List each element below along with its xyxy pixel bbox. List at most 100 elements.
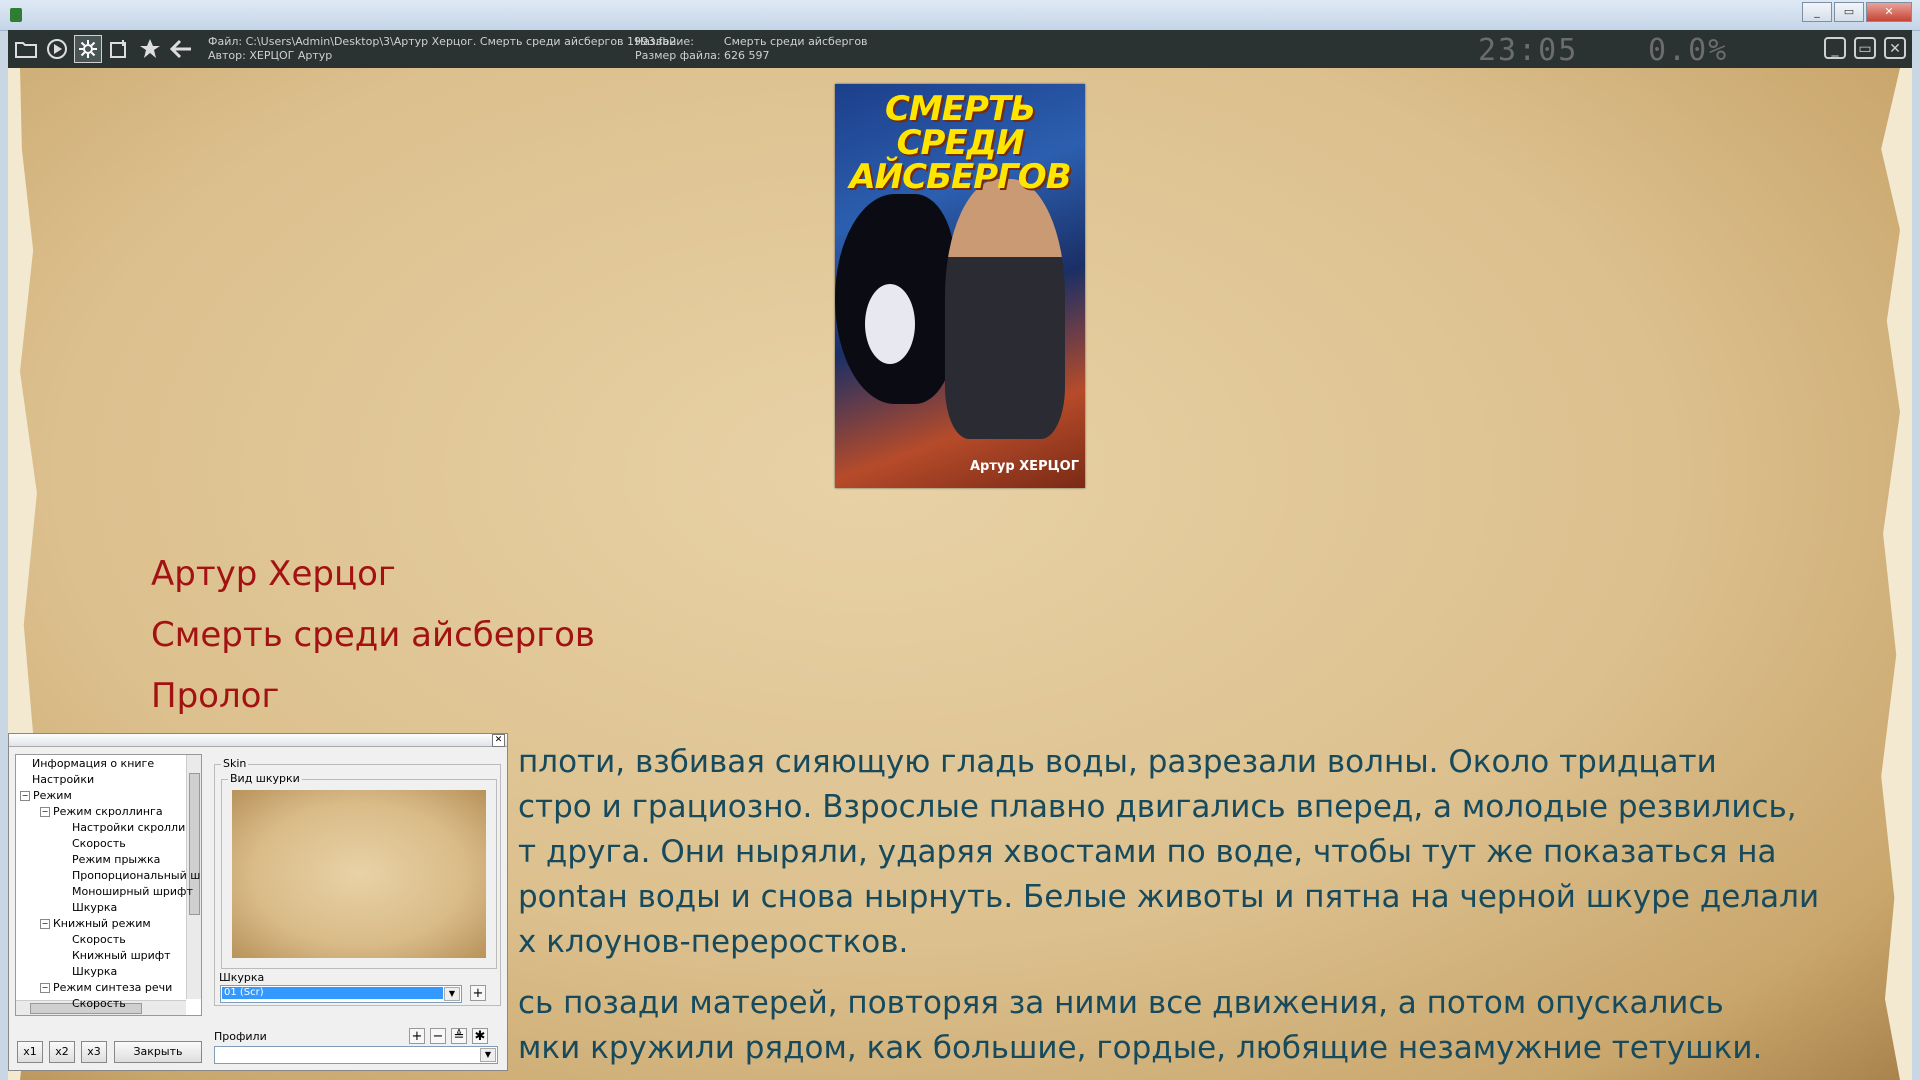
heading-chapter: Пролог [151,676,280,716]
tree-item[interactable]: Моноширный шрифт [60,885,193,899]
chevron-down-icon[interactable]: ▼ [444,987,460,1001]
text-line: стро и грациозно. Взрослые плавно двигал… [518,789,1797,825]
tree-item[interactable]: Настройки скролли [60,821,185,835]
tree-item[interactable]: Скорость [60,997,126,1011]
minimize-reader-icon[interactable]: _ [1824,37,1846,59]
tree-item[interactable]: Режим прыжка [60,853,160,867]
tree-item[interactable]: Книжный шрифт [60,949,171,963]
chevron-down-icon[interactable]: ▼ [480,1048,496,1062]
dialog-close-icon[interactable]: ✕ [492,734,505,747]
tree-item[interactable]: − Режим [20,789,72,803]
tree-item-label: Моноширный шрифт [72,885,193,898]
settings-icon[interactable] [74,35,102,63]
skin-view-label: Вид шкурки [228,772,302,785]
text-line: плоти, взбивая сияющую гладь воды, разре… [518,744,1717,780]
file-path: Файл: C:\Users\Admin\Desktop\3\Артур Хер… [208,35,677,48]
close-reader-icon[interactable]: ✕ [1884,37,1906,59]
tree-toggle-icon[interactable]: − [40,983,50,993]
file-info: Файл: C:\Users\Admin\Desktop\3\Артур Хер… [208,35,676,63]
restore-reader-icon[interactable]: ▭ [1854,37,1876,59]
profile-select[interactable]: ▼ [214,1046,498,1064]
app-icon [10,8,22,22]
tree-item-label: Шкурка [72,965,118,978]
text-line: мки кружили рядом, как большие, гордые, … [518,1030,1763,1066]
tree-item[interactable]: Скорость [60,837,126,851]
window-controls: _ ▭ ✕ [1800,2,1912,22]
tree-item[interactable]: Информация о книге [20,757,154,771]
clock-display: 23:05 [1478,33,1579,68]
reader-toolbar: Файл: C:\Users\Admin\Desktop\3\Артур Хер… [8,30,1912,69]
minimize-button[interactable]: _ [1802,2,1832,22]
heading-title: Смерть среди айсбергов [151,615,595,655]
paragraph-1: плоти, взбивая сияющую гладь воды, разре… [518,740,1858,965]
folder-icon[interactable] [12,35,40,63]
tree-item-label: Скорость [72,997,126,1010]
tree-item-label: Книжный шрифт [72,949,171,962]
tree-item[interactable]: − Книжный режим [40,917,151,931]
tree-item-label: Информация о книге [32,757,155,770]
tree-item-label: Скорость [72,933,126,946]
file-size: Размер файла: 626 597 [635,49,770,62]
tree-item[interactable]: Пропорциональный ш [60,869,200,883]
cover-title: СМЕРТЬ СРЕДИ АЙСБЕРГОВ [849,89,1071,197]
cover-author: Артур ХЕРЦОГ [969,459,1079,474]
tree-item-label: Настройки [32,773,95,786]
scale-x1-button[interactable]: x1 [17,1041,43,1063]
tree-item[interactable]: Шкурка [60,965,117,979]
settings-dialog: ✕ Информация о книге Настройки − Режим − Режи… [8,733,508,1071]
tree-item[interactable]: − Режим скроллинга [40,805,163,819]
tree-item-label: Шкурка [72,901,118,914]
text-line: рontан воды и снова нырнуть. Белые живот… [518,879,1820,915]
back-arrow-icon[interactable] [167,35,195,63]
tree-item[interactable]: Шкурка [60,901,117,915]
orca-belly [865,284,915,364]
tree-item[interactable]: Скорость [60,933,126,947]
skin-select[interactable]: 01 (Scr) ▼ [220,985,462,1003]
skin-group: Skin Вид шкурки Шкурка 01 (Scr) ▼ + [214,757,501,1006]
tree-item-label: Скорость [72,837,126,850]
add-bookmark-icon[interactable] [105,35,133,63]
text-line: т друга. Они ныряли, ударяя хвостами по … [518,834,1777,870]
play-icon[interactable] [43,35,71,63]
tree-item-label: Режим скроллинга [53,805,163,818]
add-skin-button[interactable]: + [470,985,486,1001]
close-dialog-button[interactable]: Закрыть [114,1041,202,1063]
profile-select-value [216,1048,479,1060]
add-profile-button[interactable]: + [409,1028,425,1044]
book-cover: СМЕРТЬ СРЕДИ АЙСБЕРГОВ Артур ХЕРЦОГ [835,84,1085,488]
paragraph-2: сь позади матерей, повторяя за ними все … [518,981,1858,1071]
book-info: Название: Смерть среди айсбергов Размер ф… [635,35,868,63]
tree-item-label: Книжный режим [53,917,151,930]
maximize-button[interactable]: ▭ [1834,2,1864,22]
text-line: х клоунов-переростков. [518,924,909,960]
tree-item[interactable]: Настройки [20,773,94,787]
title-value: Смерть среди айсбергов [723,35,868,48]
settings-tree[interactable]: Информация о книге Настройки − Режим − Режим … [15,754,202,1016]
close-window-button[interactable]: ✕ [1866,2,1912,22]
tree-item-label: Режим синтеза речи [53,981,173,994]
scale-x3-button[interactable]: x3 [81,1041,107,1063]
profile-settings-button[interactable]: ✱ [472,1028,488,1044]
skin-group-label: Skin [221,757,249,770]
tree-item-label: Режим прыжка [72,853,161,866]
skin-label: Шкурка [219,971,265,984]
remove-profile-button[interactable]: − [430,1028,446,1044]
skin-select-value: 01 (Scr) [222,987,443,999]
book-author: Автор: ХЕРЦОГ Артур [208,49,333,62]
man-illustration [945,179,1065,439]
tree-item[interactable]: − Режим синтеза речи [40,981,172,995]
save-profile-button[interactable]: ≜ [451,1028,467,1044]
skin-view-group: Вид шкурки [221,772,497,969]
tree-toggle-icon[interactable]: − [20,791,30,801]
tree-toggle-icon[interactable]: − [40,919,50,929]
progress-percent: 0.0% [1648,33,1729,68]
scale-x2-button[interactable]: x2 [49,1041,75,1063]
tree-item-label: Режим [33,789,72,802]
tree-item-label: Настройки скролли [72,821,186,834]
title-label: Название: [635,35,694,48]
heading-author: Артур Херцог [151,554,396,594]
tree-toggle-icon[interactable]: − [40,807,50,817]
text-line: сь позади матерей, повторяя за ними все … [518,985,1724,1021]
star-icon[interactable] [136,35,164,63]
tree-item-label: Пропорциональный ш [72,869,201,882]
